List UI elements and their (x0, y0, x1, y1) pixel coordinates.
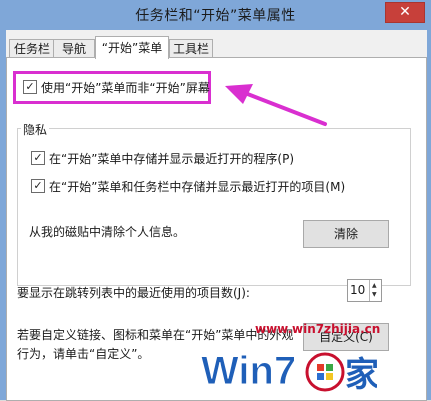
dialog-client: 任务栏 导航 “开始”菜单 工具栏 ✓ 使用“开始”菜单而非“开始”屏幕 隐私 … (6, 30, 427, 401)
tab-navigation[interactable]: 导航 (53, 39, 95, 58)
jump-list-count-stepper[interactable]: 10 ▲ ▼ (347, 279, 382, 302)
pointer-arrow-icon (225, 84, 327, 126)
store-items-label: 在“开始”菜单和任务栏中存储并显示最近打开的项目(M) (49, 180, 346, 194)
window-title: 任务栏和“开始”菜单属性 (135, 8, 296, 24)
clear-button[interactable]: 清除 (303, 220, 389, 248)
close-icon: ✕ (399, 4, 411, 20)
watermark-logo-suffix: 家 (345, 355, 377, 394)
arrow-up-icon[interactable]: ▲ (372, 283, 377, 289)
store-programs-checkbox[interactable]: ✓ (31, 151, 45, 165)
arrow-down-icon[interactable]: ▼ (372, 292, 377, 298)
start-screen-checkbox[interactable]: ✓ (23, 80, 37, 94)
watermark-url: www.win7zhijia.cn (255, 322, 381, 336)
window-frame: 任务栏和“开始”菜单属性 ✕ 任务栏 导航 “开始”菜单 工具栏 ✓ 使用“开始… (0, 0, 431, 401)
tab-taskbar[interactable]: 任务栏 (9, 39, 55, 58)
privacy-group-title: 隐私 (21, 121, 50, 138)
jump-list-count-value: 10 (350, 283, 366, 297)
win7-logo-icon: Win7 家 (201, 349, 378, 395)
tab-start-menu[interactable]: “开始”菜单 (95, 36, 169, 59)
tab-toolbars[interactable]: 工具栏 (169, 39, 213, 58)
close-button[interactable]: ✕ (385, 2, 425, 23)
watermark: www.win7zhijia.cn Win7 家 (197, 322, 381, 395)
title-bar[interactable]: 任务栏和“开始”菜单属性 ✕ (0, 0, 431, 30)
watermark-logo-text: Win7 (201, 349, 296, 393)
stepper-arrows[interactable]: ▲ ▼ (369, 280, 381, 301)
customize-text-line2: 行为，请单击“自定义”。 (17, 347, 150, 361)
jump-list-label: 要显示在跳转列表中的最近使用的项目数(J): (17, 286, 250, 300)
start-screen-label: 使用“开始”菜单而非“开始”屏幕 (41, 81, 210, 95)
store-programs-label: 在“开始”菜单中存储并显示最近打开的程序(P) (49, 152, 295, 166)
tab-strip: 任务栏 导航 “开始”菜单 工具栏 (6, 36, 427, 59)
start-menu-panel: ✓ 使用“开始”菜单而非“开始”屏幕 隐私 ✓ 在“开始”菜单中存储并显示最近打… (6, 57, 427, 401)
clear-info-text: 从我的磁贴中清除个人信息。 (29, 225, 186, 239)
store-items-checkbox[interactable]: ✓ (31, 179, 45, 193)
